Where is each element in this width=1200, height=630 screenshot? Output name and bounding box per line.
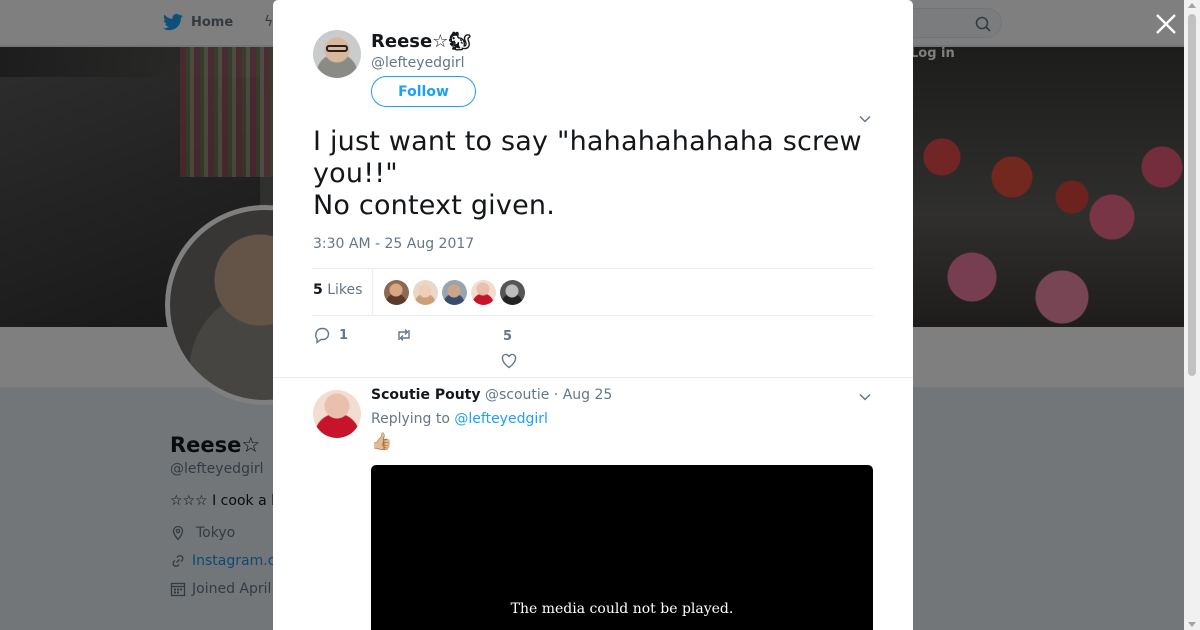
reply-chevron-down-icon[interactable] [858, 390, 872, 404]
follow-button[interactable]: Follow [371, 76, 476, 107]
author-name[interactable]: Reese☆🐿 [371, 31, 471, 52]
tweet-text-line: No context given. [313, 190, 555, 221]
scroll-down-arrow-icon[interactable] [1188, 622, 1196, 627]
author-avatar[interactable] [313, 30, 361, 78]
liker-avatar[interactable] [500, 280, 525, 305]
likes-stat[interactable]: 5 Likes [313, 282, 362, 298]
liker-avatar[interactable] [384, 280, 409, 305]
like-count-label: 5 [503, 329, 512, 344]
reply-icon [315, 327, 330, 344]
replying-to: Replying to @lefteyedgirl [371, 411, 548, 427]
like-button[interactable] [500, 352, 518, 370]
reply-author-avatar[interactable] [313, 390, 361, 438]
chevron-down-icon[interactable] [858, 112, 872, 126]
tweet-modal: Reese☆🐿 @lefteyedgirl Follow I just want… [273, 0, 913, 630]
author-handle[interactable]: @lefteyedgirl [371, 55, 465, 71]
reply-separator: · [553, 387, 559, 403]
page-scrollbar[interactable] [1184, 0, 1200, 630]
tweet-text-line: I just want to say "hahahahahaha screw y… [313, 126, 862, 189]
close-icon[interactable] [1154, 12, 1178, 36]
tweet-actions: 1 5 [313, 326, 873, 369]
heart-icon [501, 353, 517, 369]
stats-divider [372, 269, 373, 315]
replying-to-label: Replying to [371, 411, 450, 427]
reply-header: Scoutie Pouty @scoutie · Aug 25 [371, 387, 612, 403]
reply-count: 1 [339, 327, 349, 343]
tweet-stats: 5 Likes [313, 268, 873, 316]
likers-avatars [384, 280, 525, 305]
reply-author-handle[interactable]: @scoutie [485, 387, 549, 403]
reply-button[interactable]: 1 [313, 326, 348, 344]
replying-to-handle[interactable]: @lefteyedgirl [454, 411, 548, 427]
tweet-text: I just want to say "hahahahahaha screw y… [313, 126, 873, 222]
liker-avatar[interactable] [413, 280, 438, 305]
retweet-icon [398, 329, 410, 341]
reply-emoji: 👍🏼 [371, 432, 393, 452]
liker-avatar[interactable] [471, 280, 496, 305]
like-count: 5 [503, 329, 513, 344]
likes-label: Likes [327, 282, 363, 298]
tweet-timestamp[interactable]: 3:30 AM - 25 Aug 2017 [313, 236, 474, 252]
media-error-message: The media could not be played. [510, 601, 734, 617]
scrollbar-thumb[interactable] [1188, 14, 1196, 376]
reply-divider [273, 377, 913, 378]
reply-author-name[interactable]: Scoutie Pouty [371, 387, 481, 403]
reply-date[interactable]: Aug 25 [563, 387, 613, 403]
scroll-up-arrow-icon[interactable] [1188, 3, 1196, 8]
retweet-button[interactable] [395, 326, 413, 344]
liker-avatar[interactable] [442, 280, 467, 305]
media-player[interactable]: The media could not be played. [371, 465, 873, 630]
avatar-glasses-decoration [326, 45, 348, 52]
likes-count: 5 [313, 282, 323, 298]
